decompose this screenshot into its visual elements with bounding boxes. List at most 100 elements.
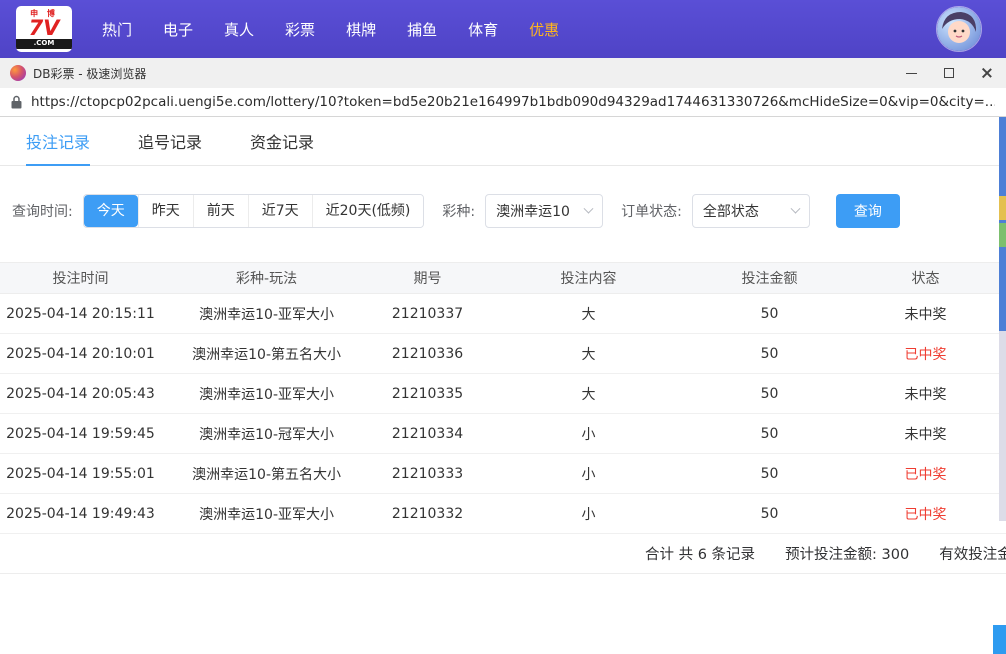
- issue-cell: 21210333: [372, 454, 483, 494]
- site-favicon-icon: [10, 65, 26, 81]
- lottery-type-label: 彩种:: [442, 201, 475, 221]
- table-row: 2025-04-14 20:05:43 澳洲幸运10-亚军大小 21210335…: [0, 374, 1006, 414]
- amount-cell: 50: [694, 294, 845, 334]
- order-status-value: 全部状态: [703, 201, 759, 221]
- time-filter-last-7-days[interactable]: 近7天: [248, 195, 312, 227]
- record-tabs: 投注记录 追号记录 资金记录: [0, 117, 1006, 166]
- bet-time-cell: 2025-04-14 19:55:01: [0, 454, 161, 494]
- browser-title-bar: DB彩票 - 极速浏览器: [0, 58, 1006, 88]
- column-header-game: 彩种-玩法: [161, 263, 372, 294]
- table-row: 2025-04-14 19:59:45 澳洲幸运10-冠军大小 21210334…: [0, 414, 1006, 454]
- filter-bar: 查询时间: 今天 昨天 前天 近7天 近20天(低频) 彩种: 澳洲幸运10 订…: [12, 194, 1006, 228]
- minimize-button[interactable]: [892, 58, 930, 88]
- record-count-total: 合计 共 6 条记录: [645, 543, 755, 564]
- time-filter-day-before[interactable]: 前天: [193, 195, 248, 227]
- search-button[interactable]: 查询: [836, 194, 900, 228]
- url-text[interactable]: https://ctopcp02pcali.uengi5e.com/lotter…: [31, 94, 995, 110]
- status-cell: 已中奖: [845, 494, 1006, 534]
- nav-item-board-games[interactable]: 棋牌: [346, 19, 376, 40]
- bet-time-cell: 2025-04-14 19:49:43: [0, 494, 161, 534]
- game-cell: 澳洲幸运10-亚军大小: [161, 494, 372, 534]
- column-header-amount: 投注金额: [694, 263, 845, 294]
- issue-cell: 21210337: [372, 294, 483, 334]
- right-scrollbar-track: [999, 331, 1006, 521]
- close-icon: [981, 67, 993, 79]
- order-status-label: 订单状态:: [621, 201, 682, 221]
- user-avatar[interactable]: [936, 6, 982, 52]
- column-header-issue: 期号: [372, 263, 483, 294]
- status-cell: 未中奖: [845, 414, 1006, 454]
- column-header-content: 投注内容: [483, 263, 694, 294]
- tab-chase-records[interactable]: 追号记录: [138, 117, 202, 165]
- content-cell: 小: [483, 414, 694, 454]
- logo-text-sub: .COM: [16, 39, 72, 49]
- maximize-icon: [944, 68, 954, 78]
- game-cell: 澳洲幸运10-第五名大小: [161, 334, 372, 374]
- status-cell: 已中奖: [845, 454, 1006, 494]
- column-header-status: 状态: [845, 263, 1006, 294]
- nav-item-fishing[interactable]: 捕鱼: [407, 19, 437, 40]
- column-header-bet-time: 投注时间: [0, 263, 161, 294]
- minimize-icon: [906, 73, 917, 74]
- table-header-row: 投注时间 彩种-玩法 期号 投注内容 投注金额 状态: [0, 263, 1006, 294]
- amount-cell: 50: [694, 374, 845, 414]
- window-title: DB彩票 - 极速浏览器: [33, 65, 146, 82]
- nav-item-lottery[interactable]: 彩票: [285, 19, 315, 40]
- tab-bet-records[interactable]: 投注记录: [26, 117, 90, 165]
- edge-widget-fragment: [999, 196, 1006, 220]
- maximize-button[interactable]: [930, 58, 968, 88]
- site-logo[interactable]: 申 博 7V .COM: [16, 6, 72, 52]
- game-cell: 澳洲幸运10-亚军大小: [161, 374, 372, 414]
- order-status-select[interactable]: 全部状态: [692, 194, 810, 228]
- amount-cell: 50: [694, 494, 845, 534]
- valid-bet-amount: 有效投注金额: [939, 543, 1006, 564]
- status-cell: 未中奖: [845, 294, 1006, 334]
- time-filter-yesterday[interactable]: 昨天: [138, 195, 193, 227]
- table-row: 2025-04-14 19:49:43 澳洲幸运10-亚军大小 21210332…: [0, 494, 1006, 534]
- tab-fund-records[interactable]: 资金记录: [250, 117, 314, 165]
- avatar-image: [937, 7, 981, 51]
- bet-time-cell: 2025-04-14 20:05:43: [0, 374, 161, 414]
- time-filter-group: 今天 昨天 前天 近7天 近20天(低频): [83, 194, 425, 228]
- summary-bar: 合计 共 6 条记录 预计投注金额: 300 有效投注金额: [0, 534, 1006, 574]
- table-row: 2025-04-14 20:15:11 澳洲幸运10-亚军大小 21210337…: [0, 294, 1006, 334]
- chevron-down-icon: [790, 203, 800, 213]
- game-cell: 澳洲幸运10-冠军大小: [161, 414, 372, 454]
- nav-item-hot[interactable]: 热门: [102, 19, 132, 40]
- amount-cell: 50: [694, 414, 845, 454]
- content-cell: 小: [483, 494, 694, 534]
- time-filter-today[interactable]: 今天: [84, 195, 138, 227]
- edge-widget-fragment: [999, 223, 1006, 247]
- table-row: 2025-04-14 20:10:01 澳洲幸运10-第五名大小 2121033…: [0, 334, 1006, 374]
- nav-item-promotions[interactable]: 优惠: [529, 19, 559, 40]
- content-cell: 大: [483, 334, 694, 374]
- close-button[interactable]: [968, 58, 1006, 88]
- nav-item-sports[interactable]: 体育: [468, 19, 498, 40]
- issue-cell: 21210336: [372, 334, 483, 374]
- time-filter-last-20-days[interactable]: 近20天(低频): [312, 195, 424, 227]
- nav-item-electronic[interactable]: 电子: [163, 19, 193, 40]
- content-cell: 大: [483, 374, 694, 414]
- issue-cell: 21210335: [372, 374, 483, 414]
- amount-cell: 50: [694, 334, 845, 374]
- issue-cell: 21210334: [372, 414, 483, 454]
- game-cell: 澳洲幸运10-亚军大小: [161, 294, 372, 334]
- site-top-nav: 申 博 7V .COM 热门 电子 真人 彩票 棋牌 捕鱼 体育 优惠: [0, 0, 1006, 58]
- chevron-down-icon: [584, 203, 594, 213]
- game-cell: 澳洲幸运10-第五名大小: [161, 454, 372, 494]
- expected-bet-amount: 预计投注金额: 300: [785, 543, 909, 564]
- nav-item-live[interactable]: 真人: [224, 19, 254, 40]
- time-filter-label: 查询时间:: [12, 201, 73, 221]
- corner-widget-fragment[interactable]: [993, 625, 1006, 654]
- status-cell: 未中奖: [845, 374, 1006, 414]
- logo-text-main: 7V: [29, 18, 60, 39]
- content-cell: 小: [483, 454, 694, 494]
- bet-time-cell: 2025-04-14 20:15:11: [0, 294, 161, 334]
- bet-records-table: 投注时间 彩种-玩法 期号 投注内容 投注金额 状态 2025-04-14 20…: [0, 262, 1006, 534]
- lottery-type-select[interactable]: 澳洲幸运10: [485, 194, 603, 228]
- bet-time-cell: 2025-04-14 20:10:01: [0, 334, 161, 374]
- browser-address-bar[interactable]: https://ctopcp02pcali.uengi5e.com/lotter…: [0, 88, 1006, 117]
- lottery-type-value: 澳洲幸运10: [496, 201, 570, 221]
- site-nav-items: 热门 电子 真人 彩票 棋牌 捕鱼 体育 优惠: [102, 19, 559, 40]
- status-cell: 已中奖: [845, 334, 1006, 374]
